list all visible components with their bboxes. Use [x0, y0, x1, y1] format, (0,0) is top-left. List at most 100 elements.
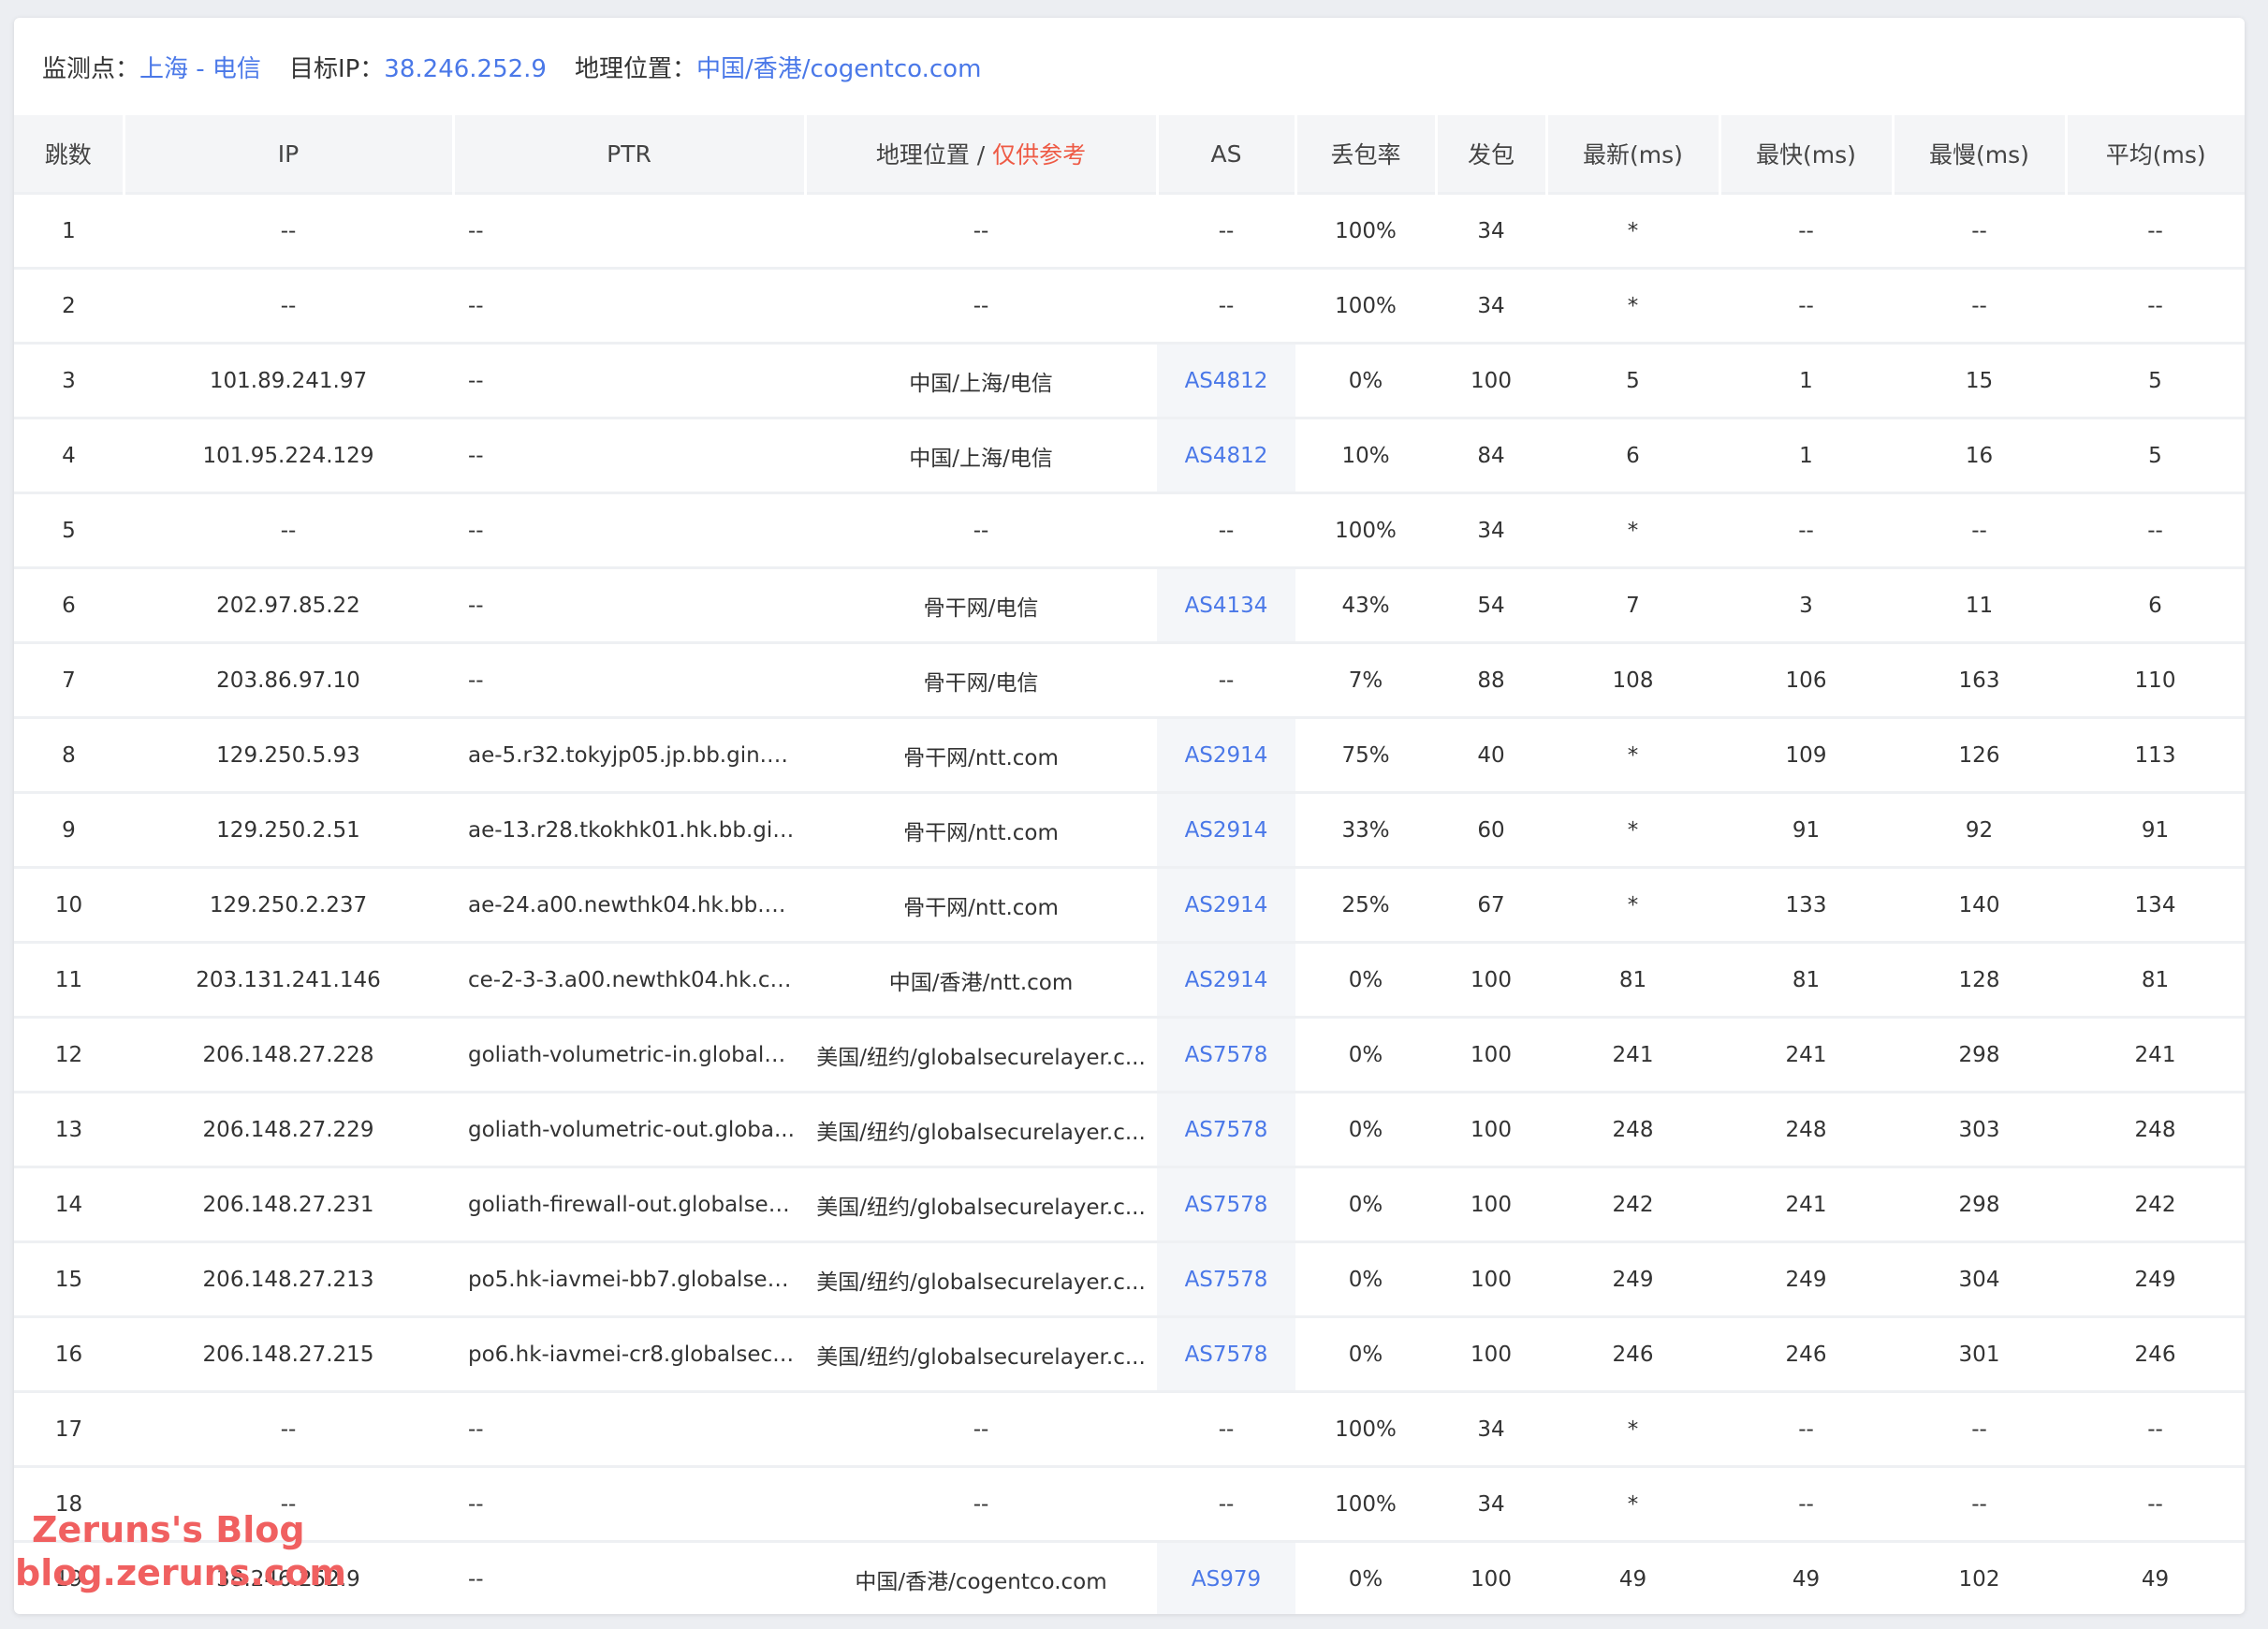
cell-worst: 126	[1893, 716, 2066, 793]
cell-geo: 中国/香港/ntt.com	[805, 941, 1157, 1018]
as-empty: --	[1218, 668, 1235, 693]
as-empty: --	[1218, 218, 1235, 243]
cell-geo: 中国/上海/电信	[805, 417, 1157, 493]
cell-best: --	[1719, 1390, 1893, 1467]
cell-last: 81	[1546, 941, 1719, 1018]
cell-hop: 15	[14, 1240, 124, 1317]
cell-last: *	[1546, 267, 1719, 344]
cell-loss: 7%	[1295, 641, 1436, 718]
as-empty: --	[1218, 293, 1235, 318]
table-row: 13 206.148.27.229 goliath-volumetric-out.g…	[14, 1091, 2245, 1167]
target-value-link[interactable]: 38.246.252.9	[384, 55, 547, 83]
cell-loss: 100%	[1295, 1390, 1436, 1467]
target-label: 目标IP：	[288, 54, 385, 83]
as-link[interactable]: AS4134	[1185, 594, 1268, 618]
cell-avg: 5	[2066, 342, 2245, 418]
header-geo-note: 仅供参考	[992, 141, 1087, 169]
cell-last: 108	[1546, 641, 1719, 718]
cell-avg: 110	[2066, 641, 2245, 718]
cell-hop: 4	[14, 417, 124, 493]
cell-worst: 304	[1893, 1240, 2066, 1317]
table-row: 12 206.148.27.228 goliath-volumetric-in.gl…	[14, 1016, 2245, 1093]
cell-hop: 12	[14, 1016, 124, 1093]
cell-best: 241	[1719, 1016, 1893, 1093]
cell-as: --	[1157, 192, 1295, 269]
cell-hop: 2	[14, 267, 124, 344]
cell-best: 241	[1719, 1166, 1893, 1242]
cell-last: 49	[1546, 1540, 1719, 1614]
cell-last: 249	[1546, 1240, 1719, 1317]
cell-best: 49	[1719, 1540, 1893, 1614]
cell-avg: 5	[2066, 417, 2245, 493]
monitor-value-link[interactable]: 上海 - 电信	[139, 55, 261, 83]
as-link[interactable]: AS2914	[1185, 743, 1268, 768]
as-link[interactable]: AS7578	[1185, 1118, 1268, 1142]
cell-loss: 0%	[1295, 1540, 1436, 1614]
as-link[interactable]: AS2914	[1185, 893, 1268, 917]
cell-worst: 15	[1893, 342, 2066, 418]
monitor-label: 监测点：	[42, 54, 140, 83]
as-link[interactable]: AS4812	[1185, 369, 1268, 393]
monitor-point: 监测点：上海 - 电信	[42, 50, 261, 84]
cell-ptr: goliath-volumetric-in.globals...	[453, 1016, 805, 1093]
cell-loss: 10%	[1295, 417, 1436, 493]
cell-avg: --	[2066, 192, 2245, 269]
cell-hop: 18	[14, 1465, 124, 1542]
cell-loss: 0%	[1295, 342, 1436, 418]
as-link[interactable]: AS7578	[1185, 1343, 1268, 1367]
cell-last: 248	[1546, 1091, 1719, 1167]
cell-avg: 134	[2066, 866, 2245, 943]
cell-worst: 140	[1893, 866, 2066, 943]
cell-ptr: --	[453, 267, 805, 344]
cell-ip: 203.86.97.10	[124, 641, 453, 718]
cell-best: --	[1719, 492, 1893, 568]
cell-sent: 60	[1436, 791, 1546, 868]
cell-ptr: --	[453, 1540, 805, 1614]
cell-hop: 10	[14, 866, 124, 943]
cell-as: AS2914	[1157, 716, 1295, 793]
cell-worst: 128	[1893, 941, 2066, 1018]
cell-avg: 6	[2066, 566, 2245, 643]
table-row: 17 -- -- -- -- 100% 34 * -- -- --	[14, 1390, 2245, 1467]
table-row: 6 202.97.85.22 -- 骨干网/电信 AS4134 43% 54 7 3 11 6	[14, 566, 2245, 643]
cell-as: AS7578	[1157, 1315, 1295, 1392]
as-link[interactable]: AS2914	[1185, 818, 1268, 843]
cell-as: AS7578	[1157, 1166, 1295, 1242]
as-link[interactable]: AS979	[1192, 1567, 1261, 1592]
cell-loss: 0%	[1295, 1166, 1436, 1242]
cell-last: *	[1546, 192, 1719, 269]
header-ip: IP	[124, 115, 455, 194]
cell-worst: --	[1893, 1465, 2066, 1542]
cell-worst: 163	[1893, 641, 2066, 718]
as-link[interactable]: AS7578	[1185, 1193, 1268, 1217]
cell-hop: 7	[14, 641, 124, 718]
as-link[interactable]: AS7578	[1185, 1043, 1268, 1067]
cell-ptr: goliath-volumetric-out.globa...	[453, 1091, 805, 1167]
geo-value-link[interactable]: 中国/香港/cogentco.com	[696, 55, 981, 83]
as-link[interactable]: AS4812	[1185, 444, 1268, 468]
cell-worst: --	[1893, 492, 2066, 568]
as-link[interactable]: AS2914	[1185, 968, 1268, 992]
cell-ip: 202.97.85.22	[124, 566, 453, 643]
cell-best: 246	[1719, 1315, 1893, 1392]
header-best: 最快(ms)	[1719, 115, 1895, 194]
cell-sent: 34	[1436, 492, 1546, 568]
cell-hop: 16	[14, 1315, 124, 1392]
cell-ip: 206.148.27.215	[124, 1315, 453, 1392]
header-geo-label: 地理位置 /	[875, 141, 993, 169]
as-link[interactable]: AS7578	[1185, 1268, 1268, 1292]
cell-best: 109	[1719, 716, 1893, 793]
cell-sent: 88	[1436, 641, 1546, 718]
header-as: AS	[1157, 115, 1297, 194]
table-row: 5 -- -- -- -- 100% 34 * -- -- --	[14, 492, 2245, 568]
cell-as: AS4134	[1157, 566, 1295, 643]
cell-best: 133	[1719, 866, 1893, 943]
cell-geo: 美国/纽约/globalsecurelayer.c...	[805, 1091, 1157, 1167]
cell-ip: 101.95.224.129	[124, 417, 453, 493]
cell-as: AS7578	[1157, 1240, 1295, 1317]
cell-ptr: ae-5.r32.tokyjp05.jp.bb.gin.nt...	[453, 716, 805, 793]
cell-loss: 0%	[1295, 1091, 1436, 1167]
table-row: 4 101.95.224.129 -- 中国/上海/电信 AS4812 10% 84 6 1 16…	[14, 417, 2245, 493]
table-row: 16 206.148.27.215 po6.hk-iavmei-cr8.global…	[14, 1315, 2245, 1392]
cell-ptr: --	[453, 1390, 805, 1467]
